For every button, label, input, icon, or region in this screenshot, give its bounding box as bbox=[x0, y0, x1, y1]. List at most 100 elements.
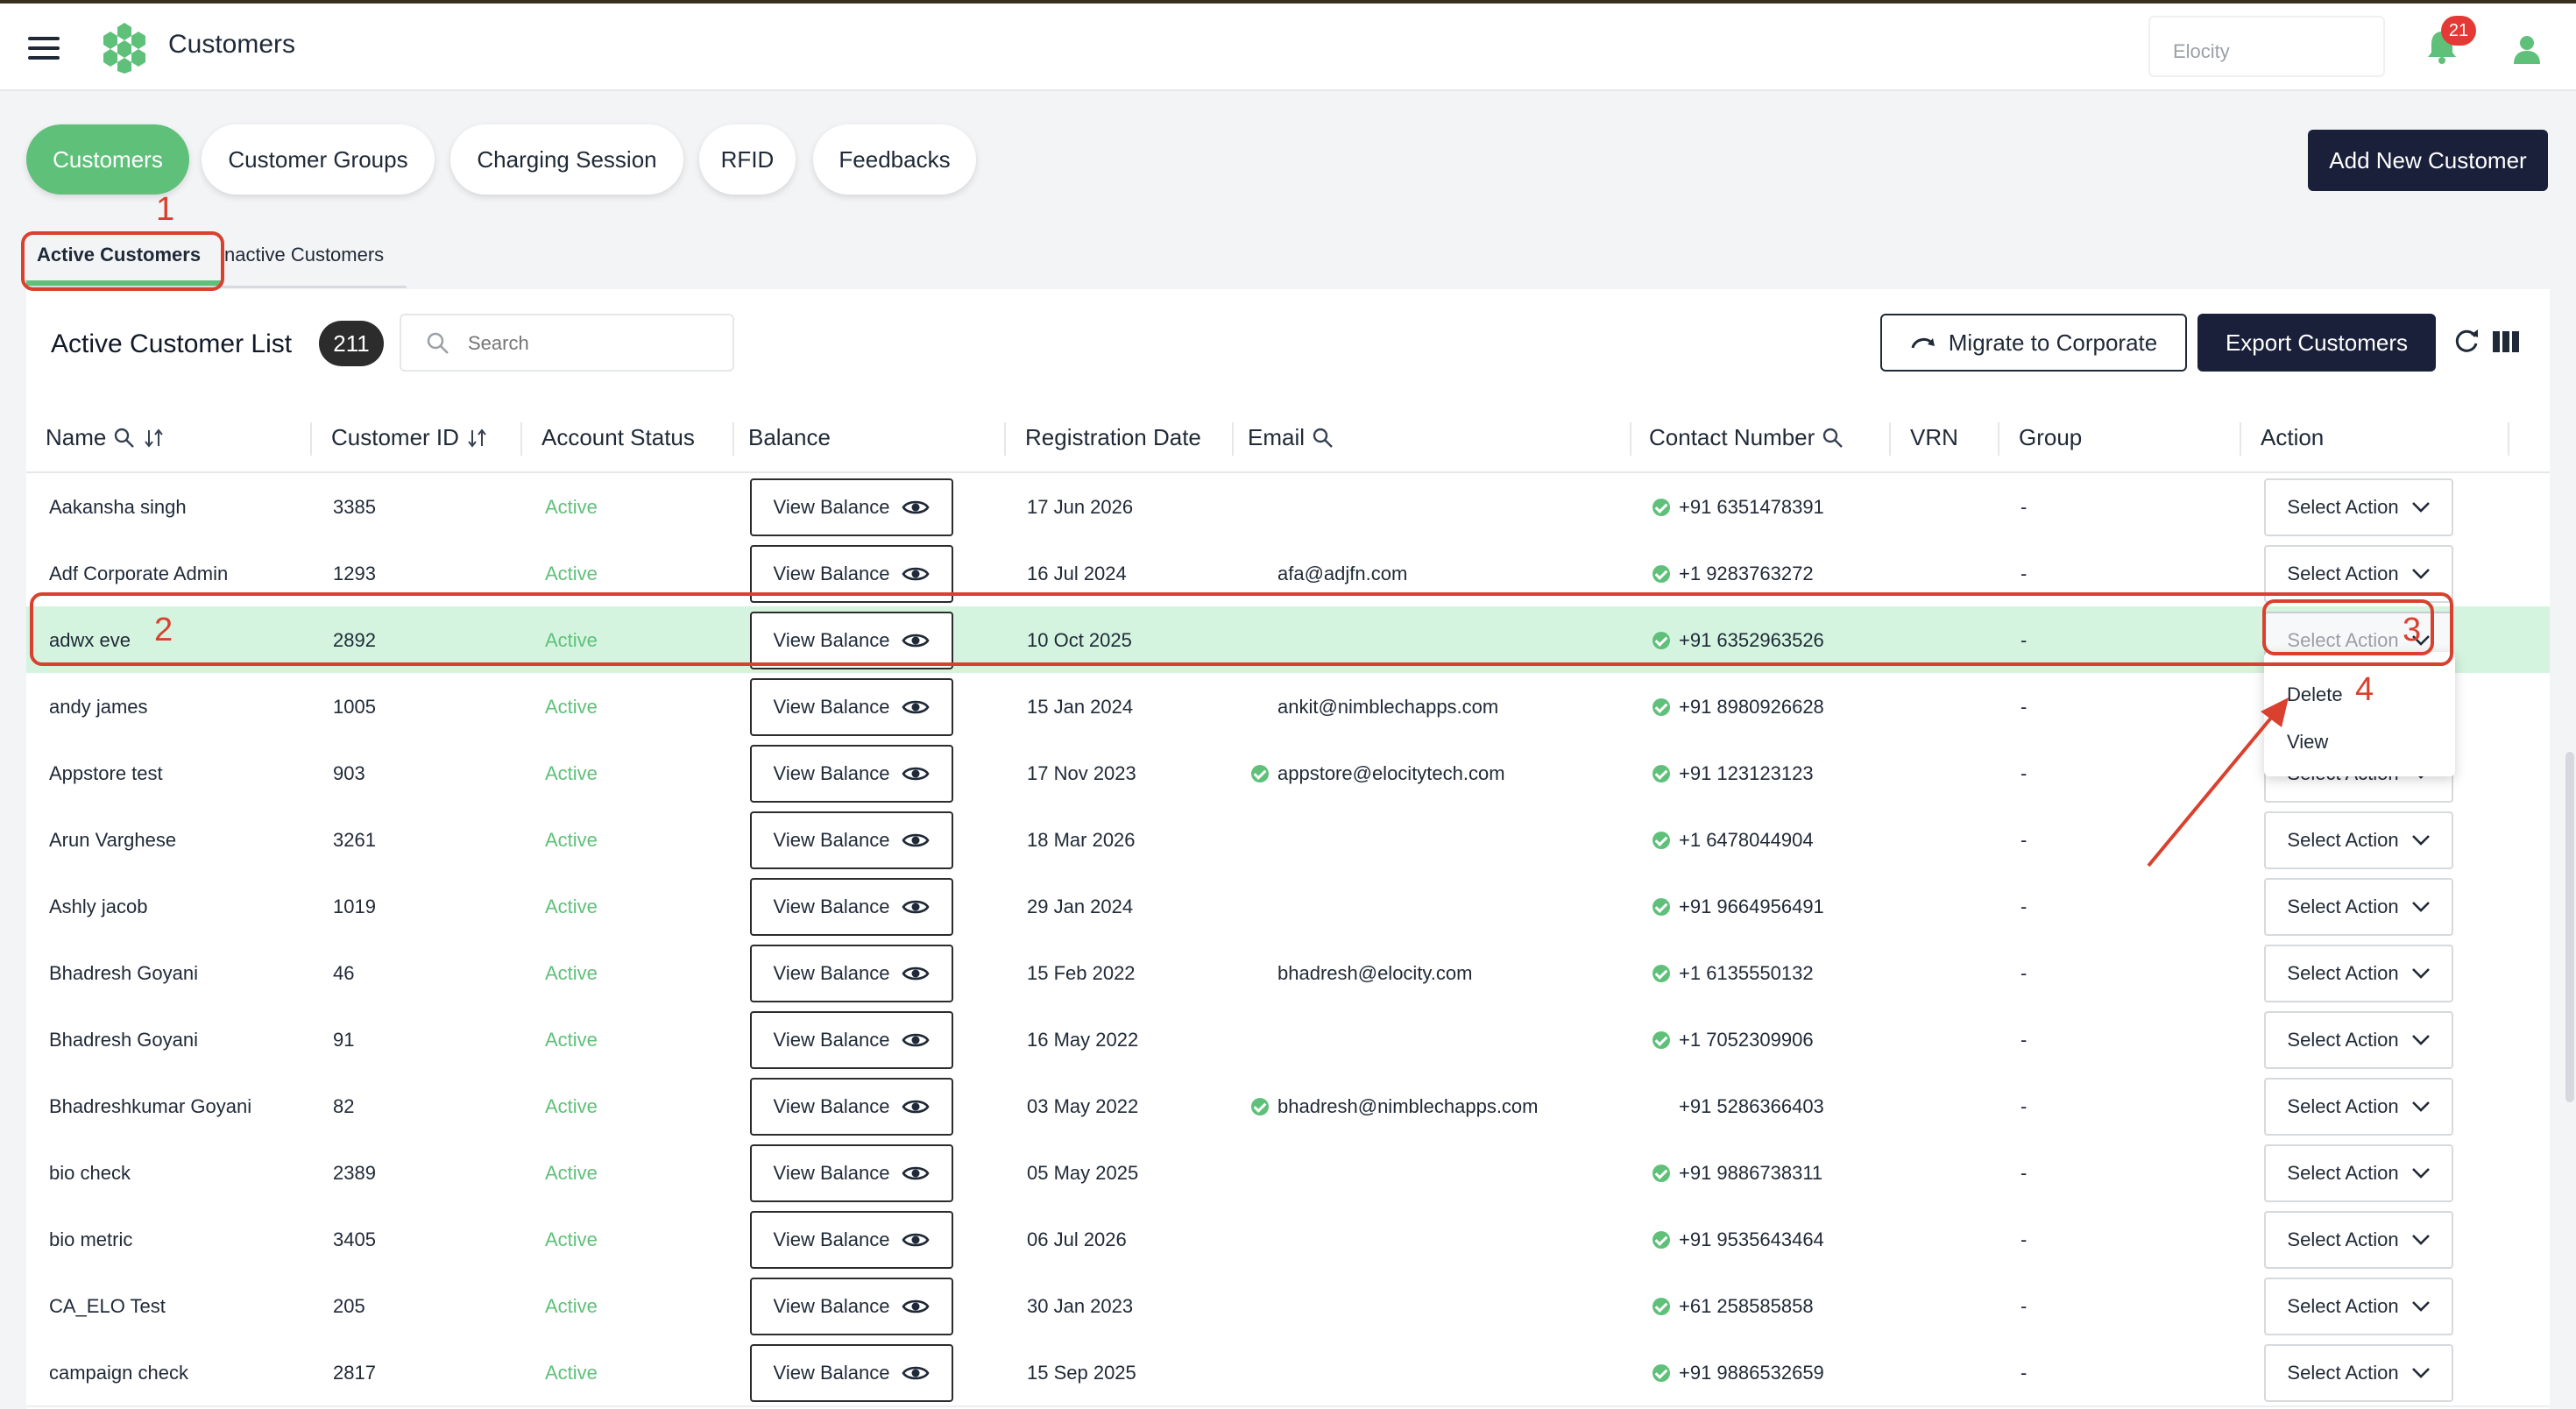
chevron-down-icon bbox=[2411, 968, 2430, 979]
user-icon[interactable] bbox=[2511, 33, 2543, 65]
table-row[interactable]: bio metric 3405 Active View Balance 06 Jul 2… bbox=[26, 1206, 2550, 1274]
select-action-dropdown[interactable]: Select Action bbox=[2264, 478, 2453, 536]
table-row[interactable]: campaign check 2817 Active View Balance 15 S… bbox=[26, 1339, 2550, 1407]
search-icon[interactable] bbox=[1822, 427, 1844, 450]
search-icon[interactable] bbox=[113, 427, 136, 450]
subtab-inactive-customers[interactable]: nactive Customers bbox=[224, 244, 384, 266]
export-customers-button[interactable]: Export Customers bbox=[2197, 314, 2436, 372]
sort-icon[interactable] bbox=[466, 427, 489, 450]
verified-check-icon bbox=[1652, 499, 1670, 516]
eye-icon bbox=[902, 1100, 930, 1114]
view-balance-button[interactable]: View Balance bbox=[750, 478, 953, 536]
cell-name: Ashly jacob bbox=[49, 896, 148, 917]
search-field[interactable] bbox=[400, 314, 734, 372]
table-row[interactable]: Bhadreshkumar Goyani 82 Active View Balance… bbox=[26, 1073, 2550, 1141]
menu-item-view[interactable]: View bbox=[2287, 731, 2328, 754]
table-row[interactable]: Appstore test 903 Active View Balance 17 Nov… bbox=[26, 740, 2550, 808]
tab-charging-session[interactable]: Charging Session bbox=[450, 124, 683, 195]
refresh-icon[interactable] bbox=[2452, 326, 2481, 356]
tab-rfid[interactable]: RFID bbox=[699, 124, 796, 195]
table-scrollbar[interactable] bbox=[2565, 752, 2574, 1102]
eye-icon bbox=[902, 767, 930, 781]
column-header-registration-date: Registration Date bbox=[1025, 424, 1201, 450]
chevron-down-icon bbox=[2411, 569, 2430, 579]
table-row[interactable]: Adf Corporate Admin 1293 Active View Balanc… bbox=[26, 540, 2550, 608]
add-new-customer-button[interactable]: Add New Customer bbox=[2308, 130, 2548, 191]
menu-item-delete[interactable]: Delete bbox=[2287, 683, 2343, 706]
column-header-account-status: Account Status bbox=[541, 424, 695, 450]
verified-check-icon bbox=[1652, 1364, 1670, 1382]
organization-select[interactable]: Elocity bbox=[2148, 16, 2385, 77]
view-balance-button[interactable]: View Balance bbox=[750, 945, 953, 1002]
table-row[interactable]: Bhadresh Goyani 46 Active View Balance 15 Fe… bbox=[26, 939, 2550, 1008]
view-balance-button[interactable]: View Balance bbox=[750, 612, 953, 669]
table-row[interactable]: CA_ELO Test 205 Active View Balance 30 Jan 2… bbox=[26, 1272, 2550, 1341]
action-dropdown-menu: Delete View bbox=[2264, 652, 2455, 776]
view-balance-button[interactable]: View Balance bbox=[750, 678, 953, 736]
table-row[interactable]: andy james 1005 Active View Balance 15 Jan 2… bbox=[26, 673, 2550, 741]
view-balance-button[interactable]: View Balance bbox=[750, 1211, 953, 1269]
view-balance-button[interactable]: View Balance bbox=[750, 1078, 953, 1136]
table-row[interactable]: Aakansha singh 3385 Active View Balance 17 J… bbox=[26, 473, 2550, 542]
verified-check-icon bbox=[1652, 698, 1670, 716]
sort-icon[interactable] bbox=[143, 427, 166, 450]
view-balance-button[interactable]: View Balance bbox=[750, 1011, 953, 1069]
cell-contact-number: +1 6135550132 bbox=[1652, 962, 1814, 985]
cell-customer-id: 2389 bbox=[333, 1162, 376, 1184]
view-balance-button[interactable]: View Balance bbox=[750, 545, 953, 603]
cell-email: bhadresh@nimblechapps.com bbox=[1251, 1095, 1539, 1118]
migrate-to-corporate-button[interactable]: Migrate to Corporate bbox=[1880, 314, 2187, 372]
select-action-dropdown[interactable]: Select Action bbox=[2264, 1211, 2453, 1269]
cell-email: bhadresh@elocity.com bbox=[1277, 962, 1473, 984]
view-balance-button[interactable]: View Balance bbox=[750, 811, 953, 869]
verified-check-icon bbox=[1652, 1231, 1670, 1249]
select-action-dropdown[interactable]: Select Action bbox=[2264, 1278, 2453, 1335]
cell-group: - bbox=[2020, 1029, 2028, 1051]
list-title: Active Customer List bbox=[51, 329, 293, 358]
cell-contact-number: +91 6352963526 bbox=[1652, 629, 1824, 652]
view-balance-button[interactable]: View Balance bbox=[750, 878, 953, 936]
table-row[interactable]: Bhadresh Goyani 91 Active View Balance 16 Ma… bbox=[26, 1006, 2550, 1074]
column-divider bbox=[1889, 422, 1891, 456]
select-action-dropdown[interactable]: Select Action bbox=[2264, 1011, 2453, 1069]
tab-customer-groups[interactable]: Customer Groups bbox=[202, 124, 435, 195]
select-action-dropdown[interactable]: Select Action bbox=[2264, 945, 2453, 1002]
select-action-dropdown[interactable]: Select Action bbox=[2264, 1344, 2453, 1402]
cell-customer-id: 1005 bbox=[333, 696, 376, 718]
search-input[interactable] bbox=[466, 328, 724, 359]
column-header-name[interactable]: Name bbox=[46, 424, 166, 451]
view-balance-button[interactable]: View Balance bbox=[750, 1344, 953, 1402]
columns-icon[interactable] bbox=[2492, 329, 2520, 354]
column-header-email[interactable]: Email bbox=[1248, 424, 1334, 451]
search-icon[interactable] bbox=[1312, 427, 1334, 450]
table-row[interactable]: adwx eve 2892 Active View Balance 10 Oct 202… bbox=[26, 606, 2550, 675]
cell-contact-number: +91 123123123 bbox=[1652, 762, 1814, 785]
table-row[interactable]: bio check 2389 Active View Balance 05 May 20… bbox=[26, 1139, 2550, 1207]
select-action-dropdown[interactable]: Select Action bbox=[2264, 545, 2453, 603]
select-action-dropdown[interactable]: Select Action bbox=[2264, 1144, 2453, 1202]
cell-name: Appstore test bbox=[49, 762, 163, 784]
select-action-dropdown[interactable]: Select Action bbox=[2264, 878, 2453, 936]
tab-customers[interactable]: Customers bbox=[26, 124, 189, 195]
column-header-customer-id[interactable]: Customer ID bbox=[331, 424, 489, 451]
view-balance-button[interactable]: View Balance bbox=[750, 745, 953, 803]
cell-contact-number: +1 9283763272 bbox=[1652, 563, 1814, 585]
verified-check-icon bbox=[1652, 1298, 1670, 1315]
cell-registration-date: 06 Jul 2026 bbox=[1027, 1228, 1127, 1250]
table-row[interactable]: Arun Varghese 3261 Active View Balance 18 Ma… bbox=[26, 806, 2550, 874]
select-action-dropdown[interactable]: Select Action bbox=[2264, 1078, 2453, 1136]
eye-icon bbox=[902, 634, 930, 648]
view-balance-button[interactable]: View Balance bbox=[750, 1144, 953, 1202]
cell-group: - bbox=[2020, 696, 2028, 718]
cell-email bbox=[1251, 1362, 1277, 1384]
subtab-active-customers[interactable]: Active Customers bbox=[37, 244, 201, 266]
cell-account-status: Active bbox=[545, 1029, 598, 1051]
select-action-dropdown[interactable]: Select Action bbox=[2264, 811, 2453, 869]
column-header-vrn: VRN bbox=[1910, 424, 1958, 450]
cell-name: Bhadreshkumar Goyani bbox=[49, 1095, 252, 1117]
column-header-contact-number[interactable]: Contact Number bbox=[1649, 424, 1844, 451]
menu-icon[interactable] bbox=[28, 37, 60, 60]
view-balance-button[interactable]: View Balance bbox=[750, 1278, 953, 1335]
table-row[interactable]: Ashly jacob 1019 Active View Balance 29 Jan … bbox=[26, 873, 2550, 941]
tab-feedbacks[interactable]: Feedbacks bbox=[813, 124, 976, 195]
